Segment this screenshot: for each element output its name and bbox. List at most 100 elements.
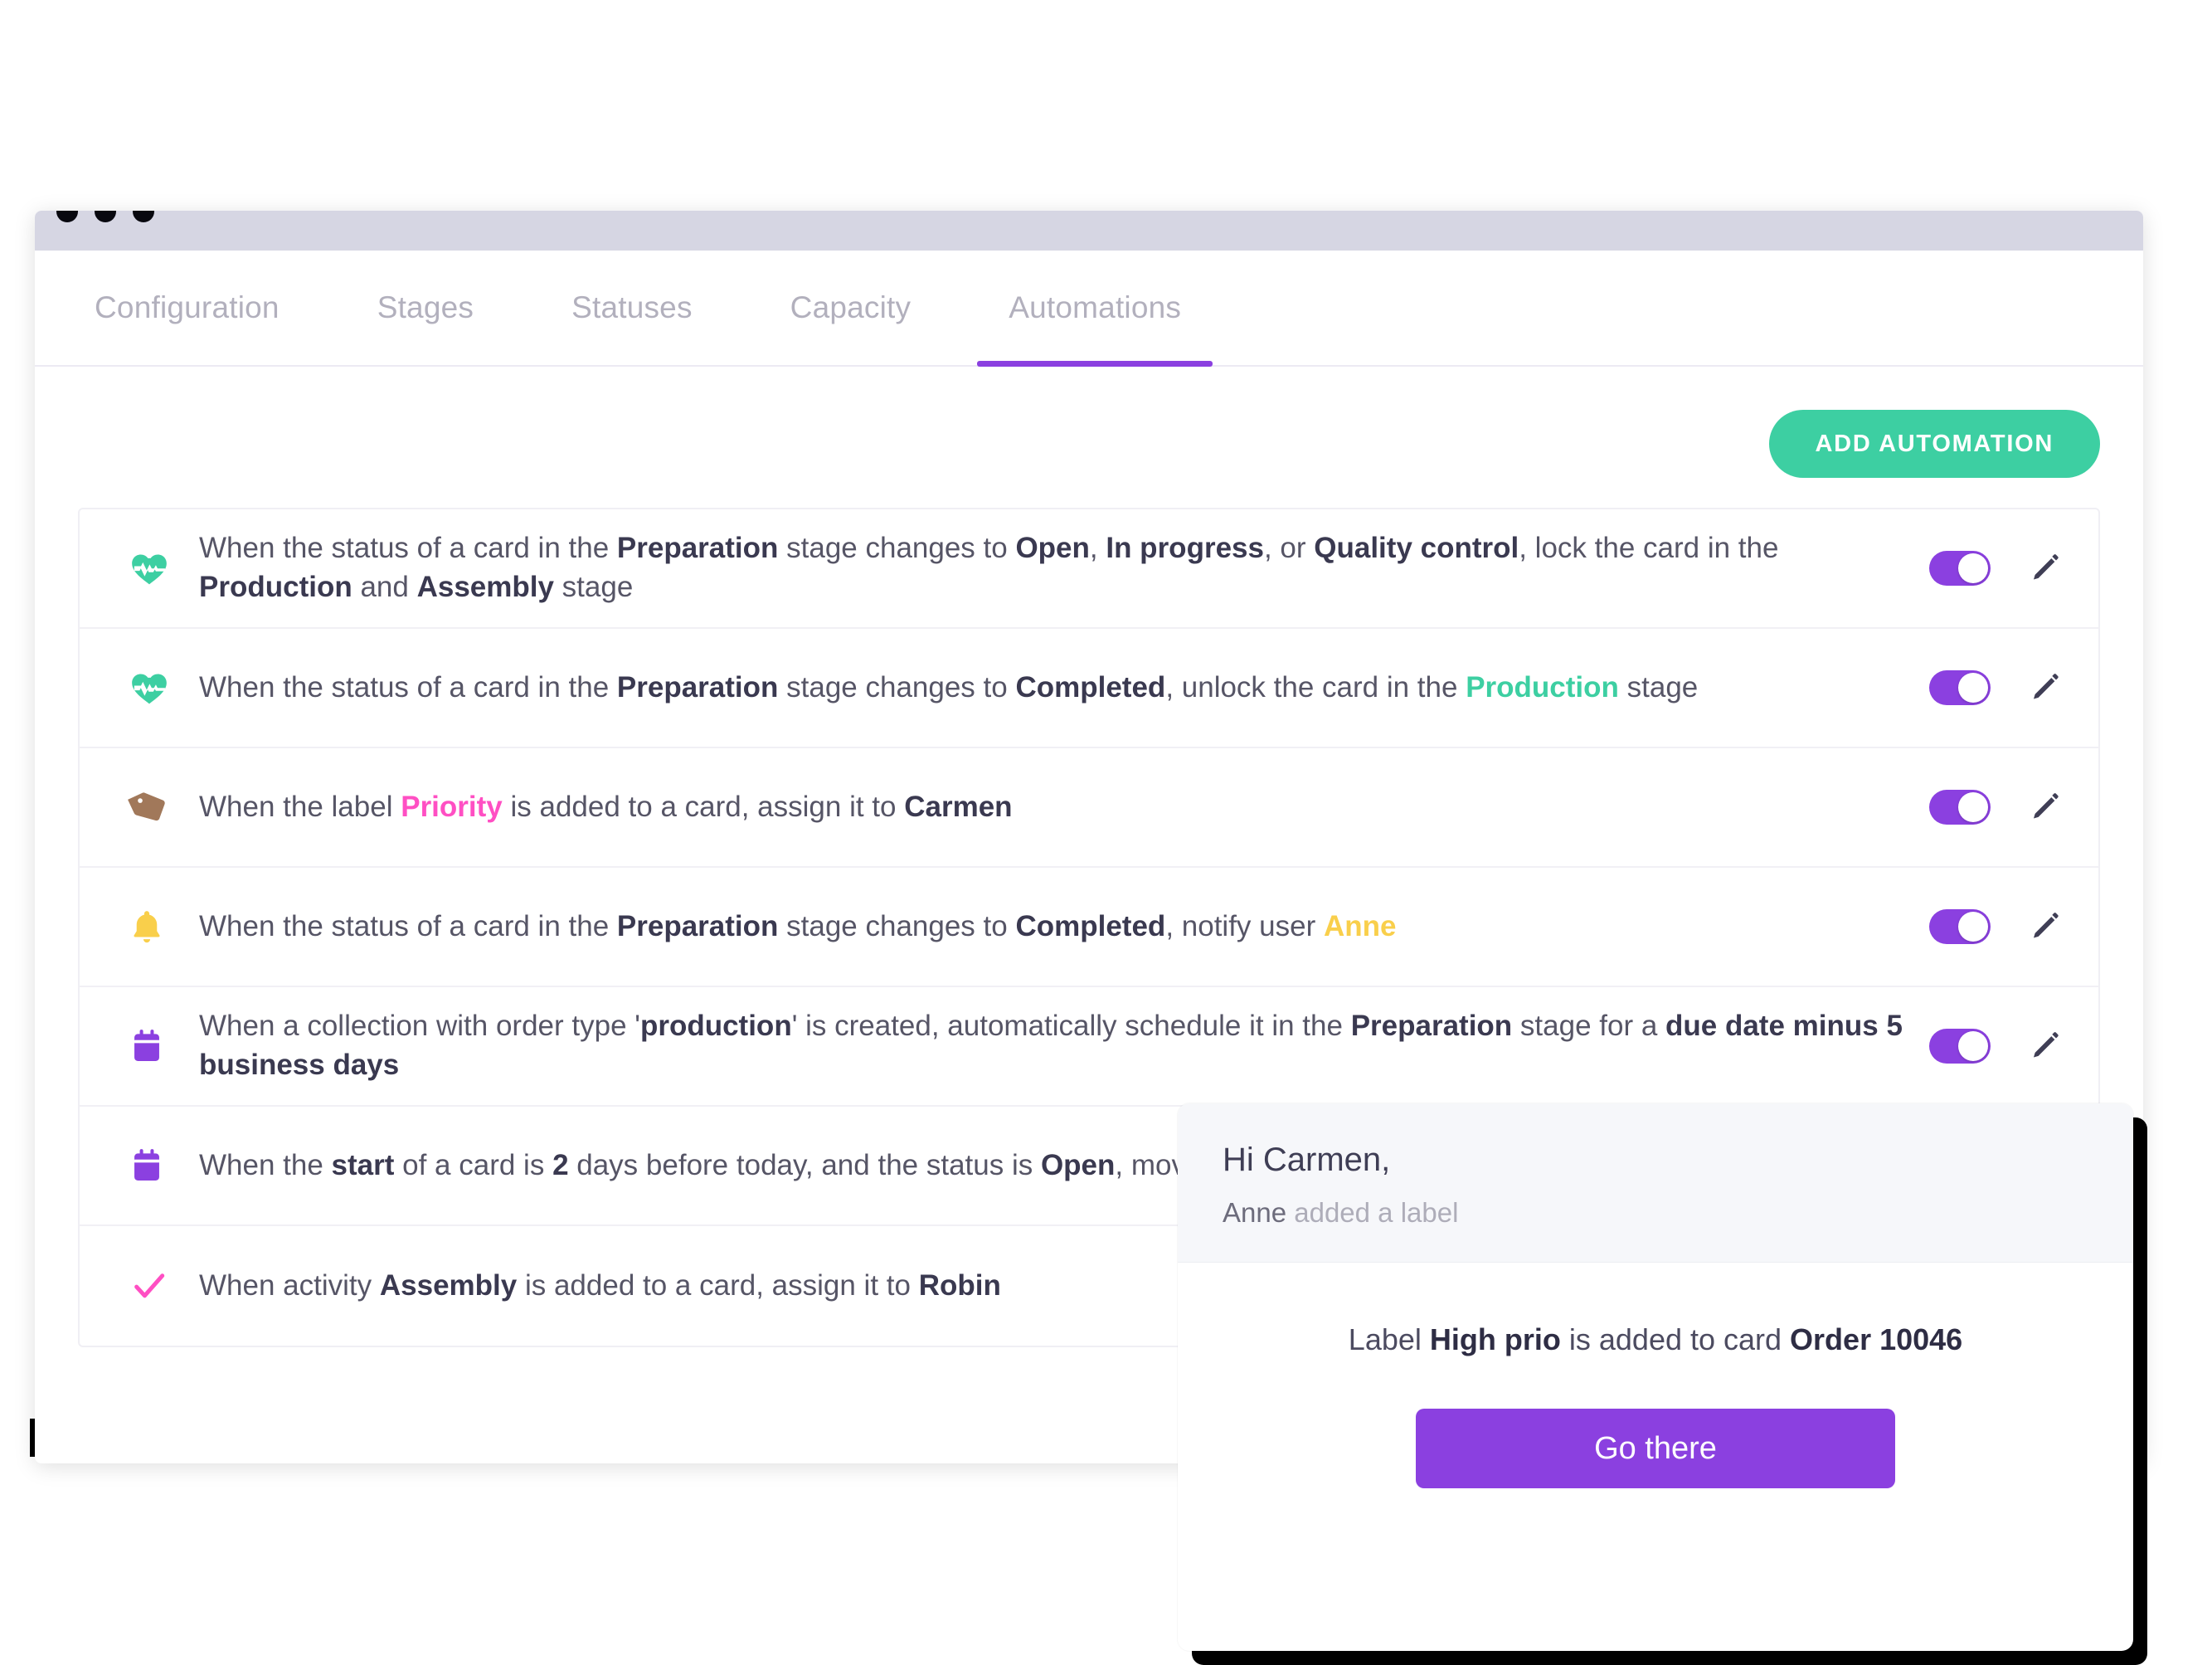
automation-description: When the status of a card in the Prepara… xyxy=(199,908,1929,947)
pencil-icon xyxy=(2030,1029,2064,1064)
automation-description: When the status of a card in the Prepara… xyxy=(199,529,1929,606)
automation-text-segment: Carmen xyxy=(904,790,1013,823)
tab-spacer xyxy=(724,251,759,365)
notification-body: Label High prio is added to card Order 1… xyxy=(1178,1263,2133,1488)
automation-text-segment: 2 xyxy=(552,1148,569,1181)
automation-text-segment: ' is created, automatically schedule it … xyxy=(791,1010,1351,1043)
tag-icon xyxy=(128,786,169,828)
automation-text-segment: Priority xyxy=(401,790,503,823)
automation-icon-cell xyxy=(128,548,199,589)
edit-automation-button[interactable] xyxy=(2029,550,2065,587)
automation-text-segment: When the status of a card in the xyxy=(199,532,617,565)
tab-label: Stages xyxy=(377,290,474,324)
automation-row: When the status of a card in the Prepara… xyxy=(80,509,2098,629)
calendar-icon xyxy=(128,1025,166,1068)
automation-text-segment: Quality control xyxy=(1314,532,1519,565)
automation-text-segment: of a card is xyxy=(394,1148,553,1181)
notification-text-segment: High prio xyxy=(1429,1322,1561,1356)
automation-text-segment: Anne xyxy=(1323,909,1397,942)
automation-text-segment: When activity xyxy=(199,1268,380,1302)
automation-text-segment: Completed xyxy=(1015,670,1166,703)
notification-text-segment: is added to card xyxy=(1560,1322,1791,1356)
pencil-icon xyxy=(2030,790,2064,825)
automation-icon-cell xyxy=(128,905,199,948)
automation-enable-toggle[interactable] xyxy=(1929,551,1991,586)
automation-text-segment: Production xyxy=(1466,670,1619,703)
window-dot-icon[interactable] xyxy=(56,211,78,222)
automation-text-segment: In progress xyxy=(1106,532,1264,565)
notification-subtitle: Anne added a label xyxy=(1223,1197,2088,1229)
notification-popup: Hi Carmen, Anne added a label Label High… xyxy=(1178,1103,2133,1651)
tab-bar: Configuration Stages Statuses Capacity A… xyxy=(35,251,2143,367)
automation-enable-toggle[interactable] xyxy=(1929,909,1991,944)
automation-text-segment: stage for a xyxy=(1512,1010,1666,1043)
automation-enable-toggle[interactable] xyxy=(1929,790,1991,825)
tab-capacity[interactable]: Capacity xyxy=(759,251,943,365)
edit-automation-button[interactable] xyxy=(2029,908,2065,945)
edit-automation-button[interactable] xyxy=(2029,1028,2065,1064)
automation-text-segment: Preparation xyxy=(616,532,779,565)
edit-automation-button[interactable] xyxy=(2029,789,2065,825)
automation-text-segment: is added to a card, assign it to xyxy=(517,1268,919,1302)
heartbeat-icon xyxy=(128,548,171,589)
pencil-icon xyxy=(2030,909,2064,945)
toggle-knob xyxy=(1958,1031,1988,1061)
automation-description: When the label Priority is added to a ca… xyxy=(199,788,1929,827)
toggle-knob xyxy=(1958,912,1988,942)
check-icon xyxy=(128,1267,171,1305)
automation-text-segment: When a collection with order type ' xyxy=(199,1010,640,1043)
go-there-button[interactable]: Go there xyxy=(1416,1409,1895,1488)
tab-label: Automations xyxy=(1009,290,1182,324)
automation-row: When the status of a card in the Prepara… xyxy=(80,629,2098,748)
edit-automation-button[interactable] xyxy=(2029,669,2065,706)
automation-description: When a collection with order type 'produ… xyxy=(199,1007,1929,1084)
window-controls[interactable] xyxy=(56,211,154,222)
pencil-icon xyxy=(2030,670,2064,706)
tab-statuses[interactable]: Statuses xyxy=(540,251,724,365)
window-dot-icon[interactable] xyxy=(95,211,116,222)
automation-text-segment: , lock the card in the xyxy=(1519,532,1779,565)
automation-text-segment: When the xyxy=(199,1148,332,1181)
automation-controls xyxy=(1929,669,2077,706)
automation-text-segment: stage changes to xyxy=(778,670,1016,703)
automation-text-segment: , xyxy=(1089,532,1106,565)
automation-icon-cell xyxy=(128,1267,199,1305)
automation-text-segment: When the status of a card in the xyxy=(199,909,617,942)
notification-text-segment: Order 10046 xyxy=(1790,1322,1963,1356)
add-automation-button[interactable]: ADD AUTOMATION xyxy=(1768,410,2100,478)
notification-greeting: Hi Carmen, xyxy=(1223,1142,1391,1178)
tab-label: Configuration xyxy=(95,290,280,324)
tab-stages[interactable]: Stages xyxy=(346,251,505,365)
notification-action: added a label xyxy=(1286,1197,1459,1228)
automation-enable-toggle[interactable] xyxy=(1929,670,1991,705)
automation-controls xyxy=(1929,789,2077,825)
automation-text-segment: Assembly xyxy=(416,571,554,603)
tab-configuration[interactable]: Configuration xyxy=(95,251,311,365)
automation-row: When the label Priority is added to a ca… xyxy=(80,748,2098,868)
automation-text-segment: Assembly xyxy=(379,1268,518,1302)
calendar-icon xyxy=(128,1144,166,1187)
notification-actor: Anne xyxy=(1223,1197,1287,1228)
automation-text-segment: stage changes to xyxy=(778,909,1016,942)
automation-text-segment: stage xyxy=(553,571,634,603)
automation-text-segment: Preparation xyxy=(616,670,779,703)
automation-text-segment: When the label xyxy=(199,790,401,823)
notification-text-segment: Label xyxy=(1348,1322,1430,1356)
automation-text-segment: When the status of a card in the xyxy=(199,670,617,703)
notification-message: Label High prio is added to card Order 1… xyxy=(1223,1322,2088,1357)
automation-text-segment: Preparation xyxy=(1350,1010,1513,1043)
window-dot-icon[interactable] xyxy=(133,211,154,222)
automation-description: When the status of a card in the Prepara… xyxy=(199,669,1929,708)
automation-text-segment: Completed xyxy=(1015,909,1166,942)
automation-text-segment: stage changes to xyxy=(778,532,1016,565)
automation-text-segment: Robin xyxy=(918,1268,1001,1302)
automation-text-segment: Preparation xyxy=(616,909,779,942)
automation-text-segment: is added to a card, assign it to xyxy=(502,790,905,823)
automation-enable-toggle[interactable] xyxy=(1929,1029,1991,1064)
tab-automations[interactable]: Automations xyxy=(977,251,1213,367)
automation-icon-cell xyxy=(128,667,199,708)
automation-text-segment: Open xyxy=(1015,532,1090,565)
toggle-knob xyxy=(1958,792,1988,822)
automation-icon-cell xyxy=(128,1025,199,1068)
toggle-knob xyxy=(1958,673,1988,703)
